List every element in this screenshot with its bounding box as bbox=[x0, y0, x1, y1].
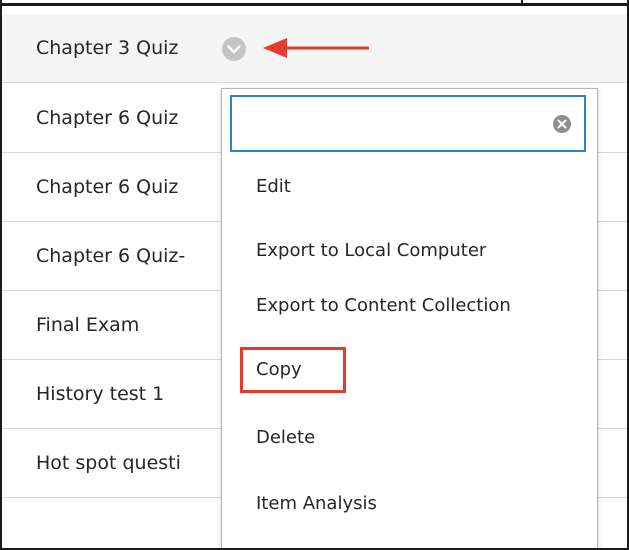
menu-search-box[interactable] bbox=[230, 95, 586, 152]
list-row-label[interactable]: Hot spot questi bbox=[36, 429, 181, 498]
chevron-down-icon[interactable] bbox=[221, 36, 247, 62]
menu-item-edit[interactable]: Edit bbox=[256, 175, 291, 199]
top-edge bbox=[2, 0, 627, 8]
menu-item-export-collection[interactable]: Export to Content Collection bbox=[256, 294, 511, 318]
copy-highlight-box bbox=[240, 347, 346, 393]
screenshot-frame: Chapter 3 Quiz Chapter 6 Quiz Chapter 6 … bbox=[0, 0, 629, 550]
list-row-label[interactable]: History test 1 bbox=[36, 360, 164, 429]
list-row-label[interactable]: Chapter 6 Quiz- bbox=[36, 222, 185, 291]
list-row-label[interactable]: Chapter 3 Quiz bbox=[36, 14, 178, 83]
top-border-tick bbox=[521, 0, 523, 6]
context-menu: Edit Export to Local Computer Export to … bbox=[221, 88, 598, 548]
clear-icon[interactable] bbox=[552, 114, 572, 134]
top-border-line bbox=[2, 3, 627, 6]
menu-item-delete[interactable]: Delete bbox=[256, 426, 315, 450]
arrow-left-icon bbox=[263, 38, 369, 58]
list-row-label[interactable]: Chapter 6 Quiz bbox=[36, 153, 178, 222]
list-row-label[interactable]: Final Exam bbox=[36, 291, 139, 360]
menu-item-item-analysis[interactable]: Item Analysis bbox=[256, 492, 377, 516]
list-row-label[interactable]: Chapter 6 Quiz bbox=[36, 84, 178, 153]
menu-search-input[interactable] bbox=[238, 105, 542, 143]
menu-item-export-local[interactable]: Export to Local Computer bbox=[256, 239, 486, 263]
